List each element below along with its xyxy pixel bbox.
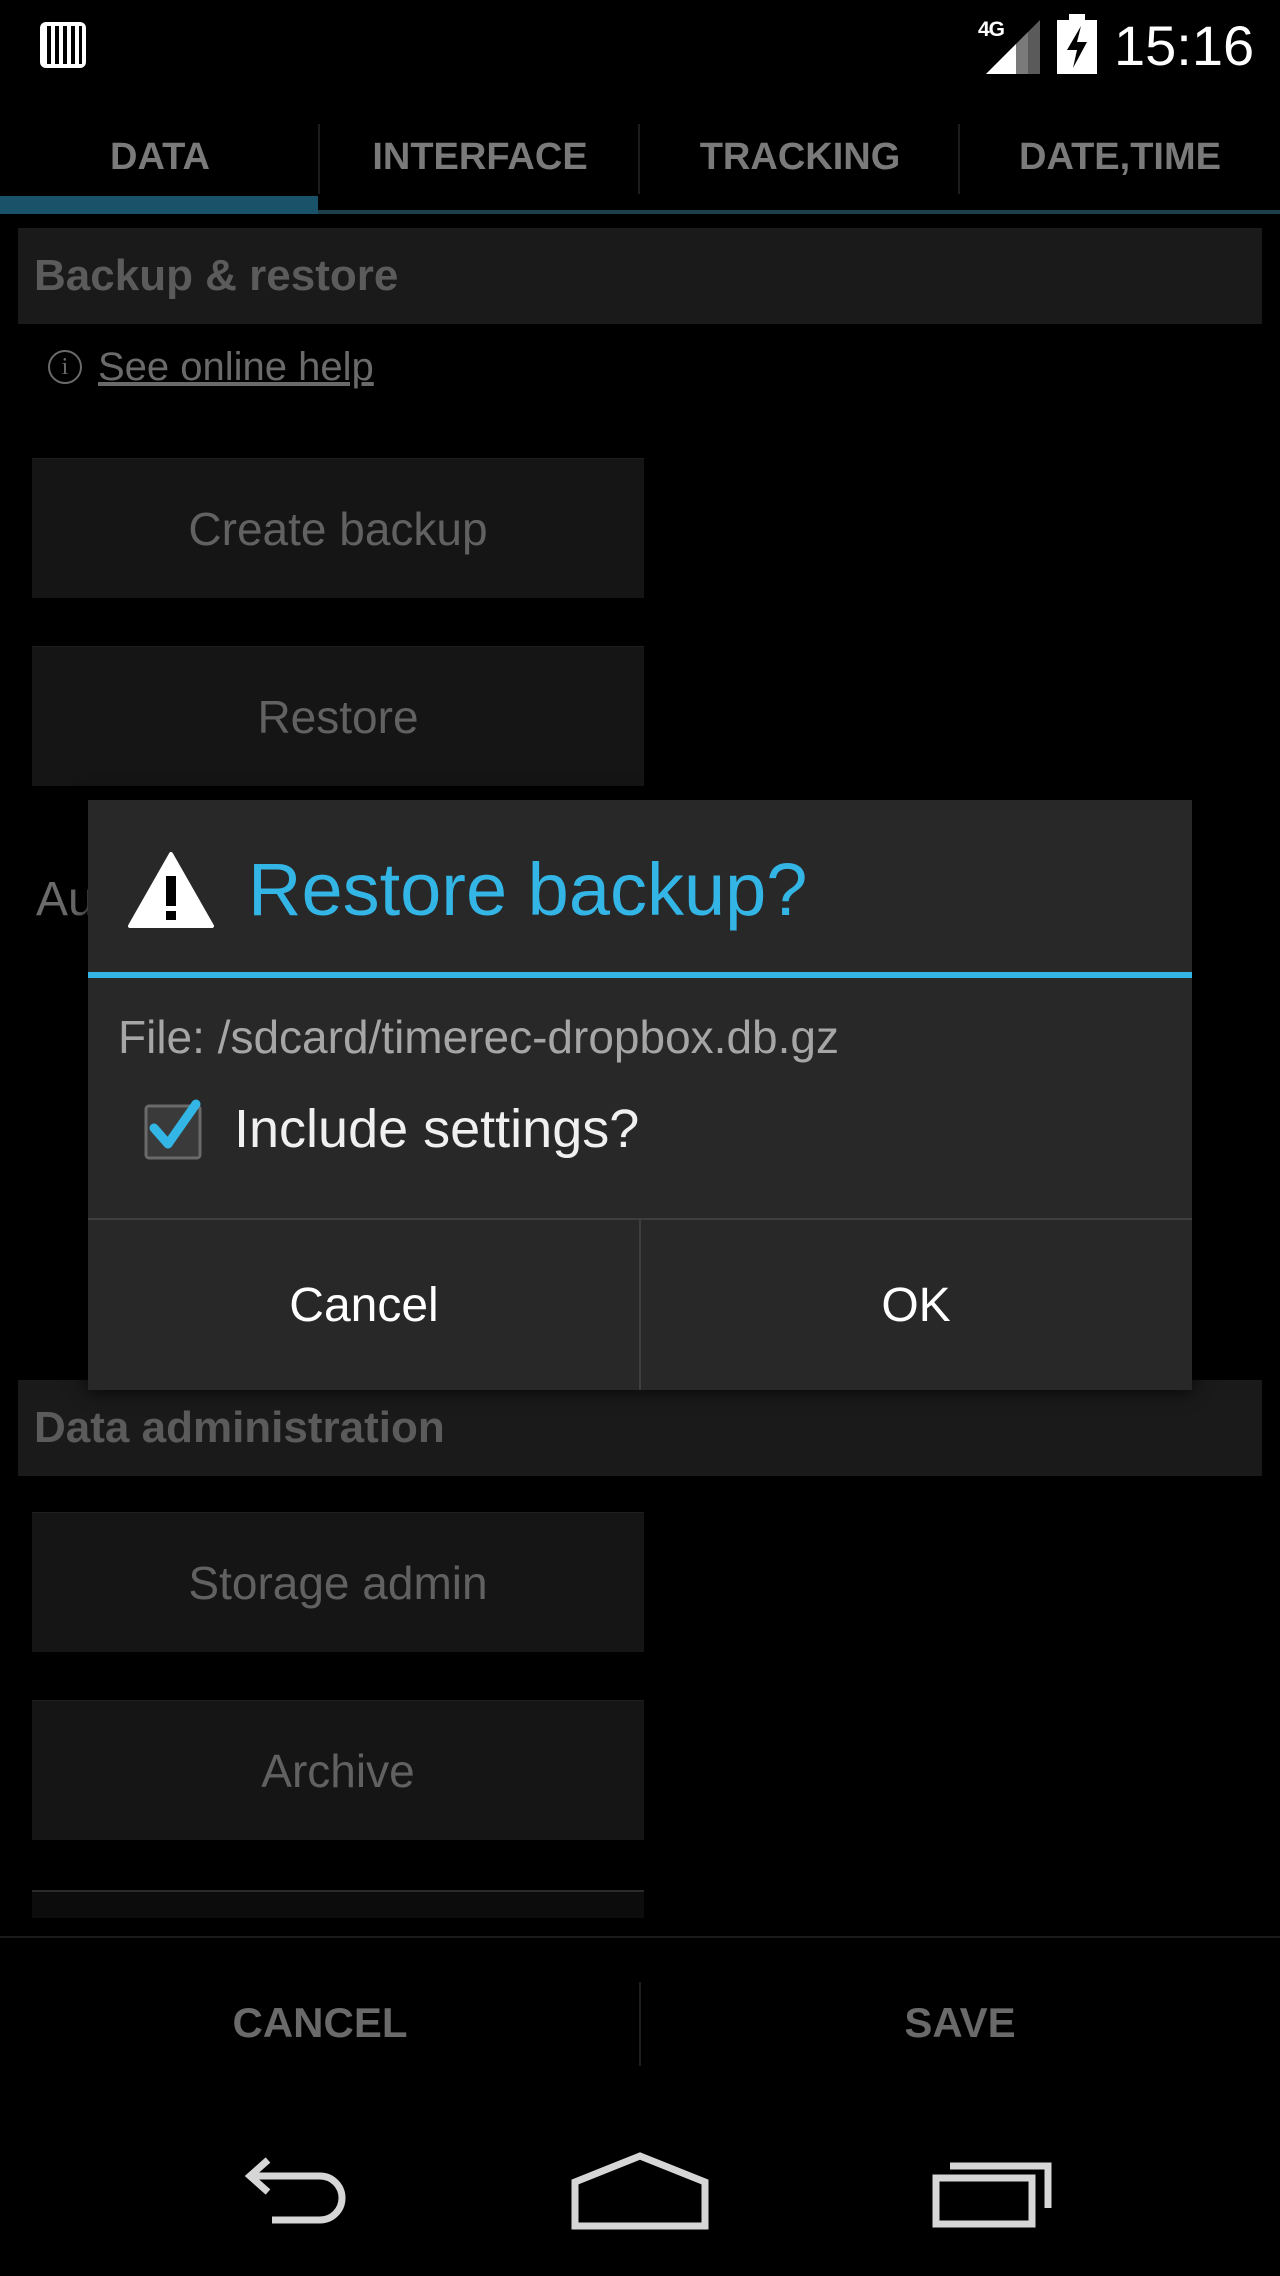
action-divider [639, 1982, 641, 2066]
tab-label: TRACKING [699, 136, 901, 178]
dialog-title-row: Restore backup? [88, 800, 1192, 972]
online-help-row[interactable]: i See online help [48, 342, 374, 392]
backup-file-path: File: /sdcard/timerec-dropbox.db.gz [118, 1011, 839, 1063]
save-button[interactable]: SAVE [640, 1938, 1280, 2108]
restore-button[interactable]: Restore [32, 646, 644, 786]
section-header-data-admin: Data administration [18, 1380, 1262, 1476]
barcode-icon [40, 22, 86, 68]
dialog-button-divider [639, 1220, 641, 1390]
tab-label: INTERFACE [372, 136, 588, 178]
include-settings-label: Include settings? [234, 1099, 640, 1159]
include-settings-checkbox[interactable] [144, 1098, 204, 1160]
tab-tracking[interactable]: TRACKING [640, 118, 960, 216]
info-icon: i [48, 350, 82, 384]
home-icon[interactable] [565, 2148, 715, 2238]
dialog-title-divider [88, 972, 1192, 978]
dialog-button-bar: Cancel OK [88, 1218, 1192, 1390]
dialog-cancel-button[interactable]: Cancel [88, 1220, 640, 1390]
tab-date-time[interactable]: DATE,TIME [960, 118, 1280, 216]
tab-label: DATE,TIME [1019, 136, 1221, 178]
storage-admin-button[interactable]: Storage admin [32, 1512, 644, 1652]
back-icon[interactable] [210, 2148, 360, 2238]
dialog-title: Restore backup? [248, 848, 808, 931]
section-header-backup: Backup & restore [18, 228, 1262, 324]
warning-icon [128, 852, 214, 928]
bottom-action-bar: CANCEL SAVE [0, 1936, 1280, 2108]
status-bar: 4G 15:16 [0, 0, 1280, 96]
battery-charging-icon [1057, 14, 1097, 74]
dialog-ok-button[interactable]: OK [640, 1220, 1192, 1390]
cancel-button[interactable]: CANCEL [0, 1938, 640, 2108]
signal-icon: 4G [978, 18, 1040, 74]
navigation-bar [0, 2108, 1280, 2276]
recent-apps-icon[interactable] [920, 2148, 1070, 2238]
archive-button[interactable]: Archive [32, 1700, 644, 1840]
restore-backup-dialog: Restore backup? File: /sdcard/timerec-dr… [88, 800, 1192, 1390]
create-backup-button[interactable]: Create backup [32, 458, 644, 598]
online-help-link[interactable]: See online help [98, 345, 374, 390]
active-tab-indicator [0, 196, 318, 214]
status-clock: 15:16 [1114, 14, 1255, 77]
partial-list-button[interactable] [32, 1890, 644, 1918]
tab-interface[interactable]: INTERFACE [320, 118, 640, 216]
auto-backup-label: Au [36, 873, 95, 926]
tab-label: DATA [110, 136, 210, 178]
include-settings-row[interactable]: Include settings? [144, 1096, 639, 1162]
